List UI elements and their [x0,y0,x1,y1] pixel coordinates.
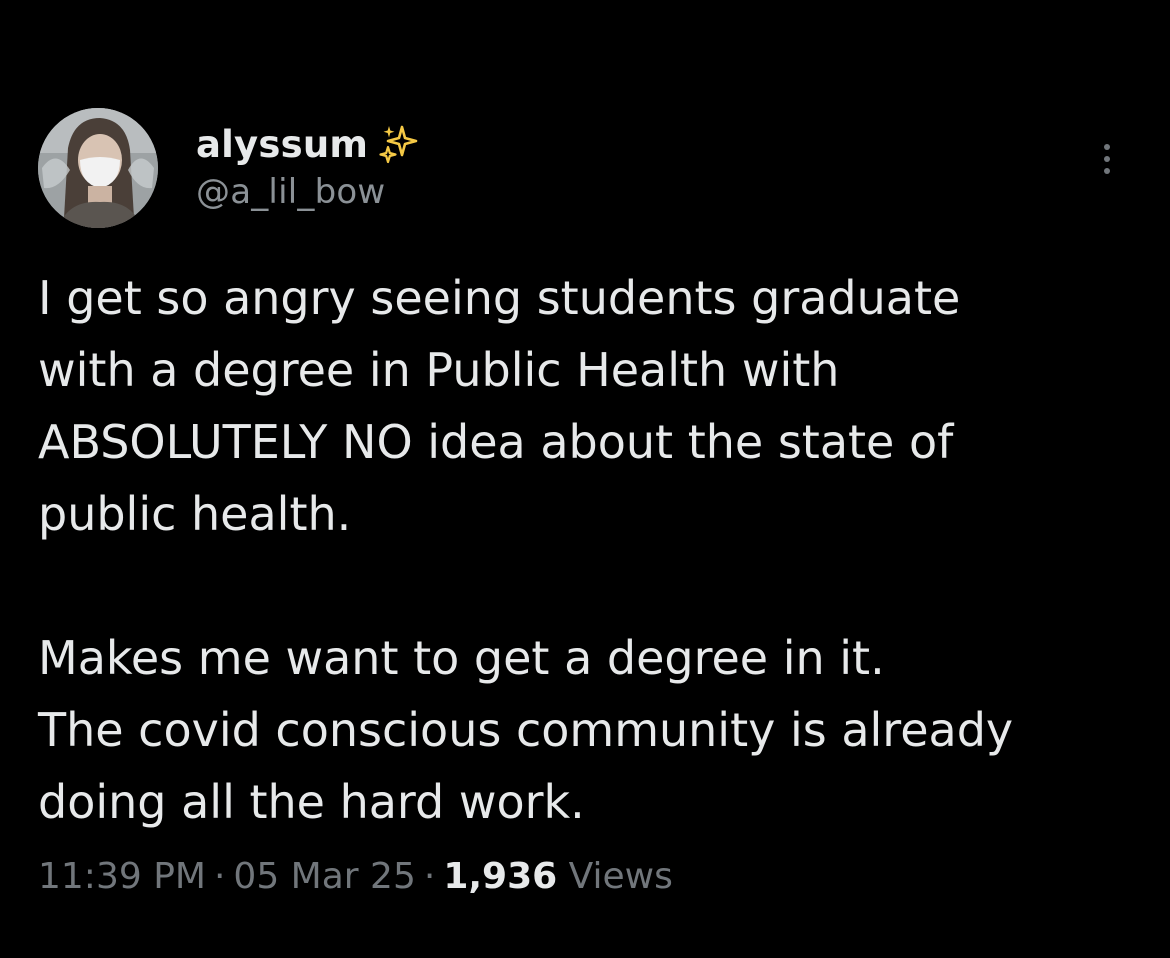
tweet-paragraph: Makes me want to get a degree in it. The… [38,631,1014,829]
avatar[interactable] [38,108,158,228]
display-name[interactable]: alyssum [196,123,368,166]
views-label: Views [568,856,673,897]
display-name-row: alyssum [196,118,420,170]
more-dot-icon [1104,168,1110,174]
tweet-paragraph: I get so angry seeing students graduate … [38,271,961,541]
tweet-text: I get so angry seeing students graduate … [38,262,1138,838]
more-dot-icon [1104,156,1110,162]
tweet-date[interactable]: 05 Mar 25 [233,856,415,897]
more-options-button[interactable] [1092,134,1122,184]
views-count: 1,936 [443,856,558,897]
tweet-meta: 11:39 PM · 05 Mar 25 · 1,936 Views [38,856,673,897]
more-dot-icon [1104,144,1110,150]
tweet-time[interactable]: 11:39 PM [38,856,206,897]
sparkles-icon [378,123,420,165]
user-handle[interactable]: @a_lil_bow [196,172,420,212]
meta-separator: · [213,856,226,897]
tweet-card: alyssum @a_lil_bow I get so angry seeing… [0,0,1170,958]
author-info: alyssum @a_lil_bow [196,118,420,212]
meta-separator: · [423,856,436,897]
avatar-image [38,108,158,228]
